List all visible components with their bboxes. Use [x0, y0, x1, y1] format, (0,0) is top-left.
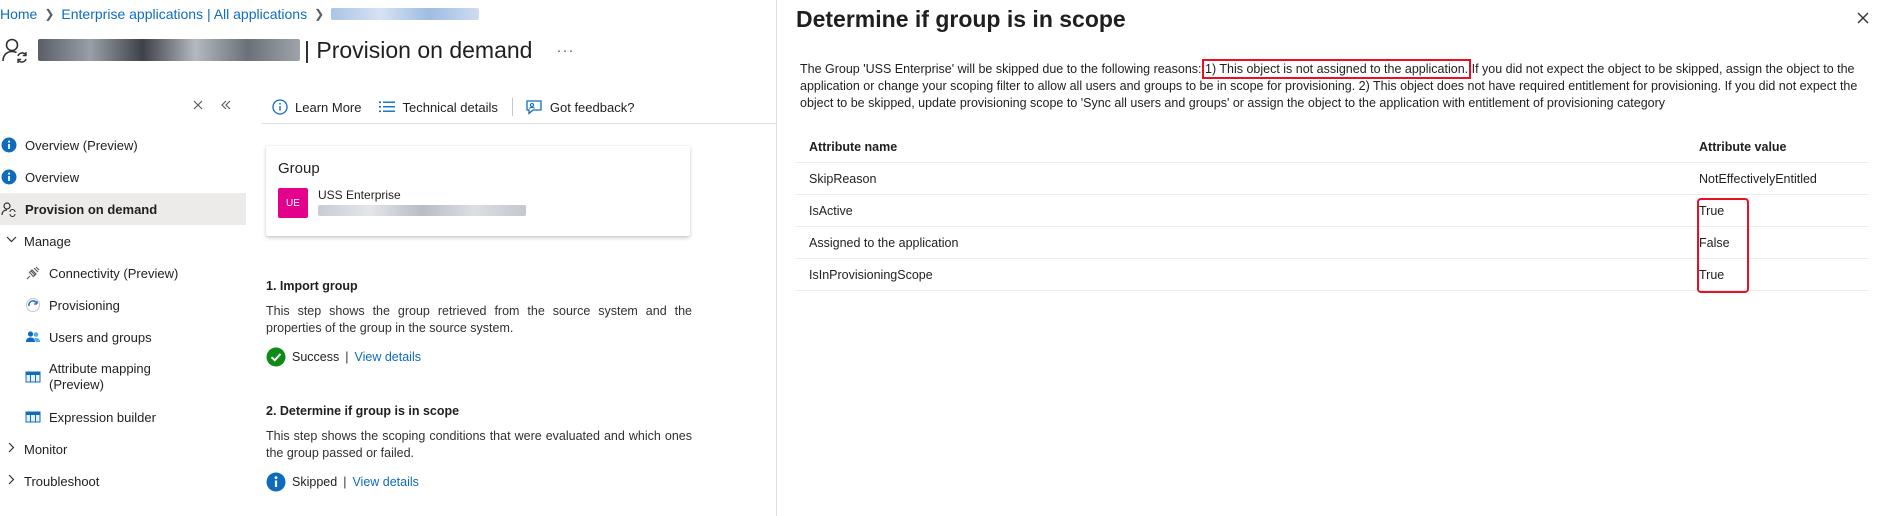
- attribute-name-cell: SkipReason: [809, 171, 877, 186]
- learn-more-label: Learn More: [295, 99, 362, 115]
- view-details-link[interactable]: View details: [352, 475, 418, 489]
- step-status: Skipped | View details: [266, 472, 692, 492]
- more-options-button[interactable]: ···: [556, 42, 574, 59]
- feedback-label: Got feedback?: [549, 99, 635, 115]
- attribute-value-cell: NotEffectivelyEntitled: [1699, 171, 1817, 186]
- toolbar: Learn More Technical details Got feedbac…: [272, 97, 652, 117]
- learn-more-button[interactable]: Learn More: [272, 99, 361, 115]
- collapse-all-icon[interactable]: [192, 98, 204, 114]
- technical-details-label: Technical details: [402, 99, 498, 115]
- step-status-text: Success: [292, 350, 340, 364]
- chevron-right-icon: ❯: [44, 7, 55, 21]
- table-header-row: Attribute name Attribute value: [795, 131, 1869, 163]
- table-row: SkipReason NotEffectivelyEntitled: [795, 163, 1869, 195]
- group-card: Group UE USS Enterprise: [266, 146, 690, 236]
- step-description: This step shows the group retrieved from…: [266, 304, 692, 335]
- group-avatar: UE: [278, 188, 308, 218]
- collapse-sidebar-icon[interactable]: [220, 98, 232, 114]
- sidebar-item-expression-builder[interactable]: Expression builder: [0, 401, 246, 433]
- sidebar-item-provision-on-demand[interactable]: Provision on demand: [0, 193, 246, 225]
- sidebar-group-manage[interactable]: Manage: [0, 225, 246, 257]
- sidebar-item-label: Expression builder: [49, 409, 156, 425]
- step-determine-scope: 2. Determine if group is in scope This s…: [266, 404, 692, 492]
- sidebar-item-label: Overview (Preview): [25, 137, 138, 153]
- info-icon: [0, 168, 18, 186]
- users-icon: [24, 328, 42, 346]
- sidebar-item-attribute-mapping[interactable]: Attribute mapping (Preview): [0, 353, 246, 401]
- step-description: This step shows the scoping conditions t…: [266, 429, 692, 460]
- sidebar-item-users-and-groups[interactable]: Users and groups: [0, 321, 246, 353]
- breadcrumb: Home ❯ Enterprise applications | All app…: [0, 6, 480, 22]
- expression-builder-icon: [24, 408, 42, 426]
- step-import-group: 1. Import group This step shows the grou…: [266, 279, 692, 367]
- sidebar-item-label: Connectivity (Preview): [49, 265, 179, 281]
- sidebar-item-overview-preview[interactable]: Overview (Preview): [0, 129, 246, 161]
- info-outline-icon: [272, 99, 288, 115]
- chevron-right-icon: ❯: [314, 7, 325, 21]
- group-card-title: Group: [278, 160, 320, 177]
- chevron-right-icon: [0, 442, 18, 456]
- sidebar-item-label: Monitor: [24, 441, 68, 457]
- step-status: Success | View details: [266, 347, 692, 367]
- provision-user-icon: [0, 200, 18, 218]
- reason-not-assigned-highlight: 1) This object is not assigned to the ap…: [1201, 59, 1472, 79]
- attribute-name-cell: Assigned to the application: [809, 235, 959, 250]
- close-icon[interactable]: [1855, 10, 1871, 26]
- attribute-name-cell: IsInProvisioningScope: [809, 267, 933, 282]
- sidebar-item-label: Users and groups: [49, 329, 152, 345]
- sidebar-item-label: Provisioning: [49, 297, 120, 313]
- sidebar-group-monitor[interactable]: Monitor: [0, 433, 246, 465]
- feedback-button[interactable]: Got feedback?: [525, 99, 635, 115]
- provision-user-icon: [2, 38, 27, 63]
- step-status-text: Skipped: [292, 475, 338, 489]
- column-header-attribute-name: Attribute name: [809, 139, 898, 154]
- technical-details-button[interactable]: Technical details: [379, 99, 498, 115]
- provisioning-icon: [24, 296, 42, 314]
- main-page: Home ❯ Enterprise applications | All app…: [0, 0, 776, 516]
- breadcrumb-enterprise-applications[interactable]: Enterprise applications | All applicatio…: [61, 6, 307, 22]
- group-name: USS Enterprise: [318, 188, 401, 202]
- skip-reasons-text: The Group 'USS Enterprise' will be skipp…: [800, 59, 1876, 112]
- sidebar-item-provisioning[interactable]: Provisioning: [0, 289, 246, 321]
- status-separator: |: [345, 350, 349, 364]
- reason-prefix: The Group 'USS Enterprise' will be skipp…: [800, 62, 1202, 76]
- table-mapping-icon: [24, 368, 42, 386]
- status-separator: |: [343, 475, 347, 489]
- attribute-name-cell: IsActive: [809, 203, 853, 218]
- success-check-icon: [266, 347, 286, 367]
- list-icon: [379, 101, 396, 113]
- toolbar-divider: [511, 98, 513, 116]
- sidebar-item-overview[interactable]: Overview: [0, 161, 246, 193]
- values-highlight-box: [1697, 198, 1749, 293]
- page-title: | Provision on demand: [304, 36, 533, 63]
- view-details-link[interactable]: View details: [355, 350, 421, 364]
- sidebar-item-connectivity[interactable]: Connectivity (Preview): [0, 257, 246, 289]
- breadcrumb-home[interactable]: Home: [0, 6, 37, 22]
- step-title: 2. Determine if group is in scope: [266, 404, 460, 418]
- info-skipped-icon: [266, 472, 286, 492]
- step-title: 1. Import group: [266, 279, 358, 293]
- sidebar-controls: [192, 98, 232, 114]
- breadcrumb-app-redacted[interactable]: [331, 8, 480, 20]
- sidebar: Overview (Preview) Overview Provision on…: [0, 129, 246, 497]
- info-icon: [0, 136, 18, 154]
- sidebar-group-troubleshoot[interactable]: Troubleshoot: [0, 465, 246, 497]
- chevron-down-icon: [0, 234, 18, 248]
- group-id-redacted: [318, 205, 526, 216]
- plug-icon: [24, 264, 42, 282]
- sidebar-item-label: Attribute mapping (Preview): [49, 361, 151, 392]
- chevron-right-icon: [0, 474, 18, 488]
- toolbar-divider-line: [262, 123, 776, 124]
- sidebar-item-label: Troubleshoot: [24, 473, 100, 489]
- app-name-redacted: [38, 39, 300, 61]
- feedback-icon: [526, 100, 542, 115]
- column-header-attribute-value: Attribute value: [1699, 139, 1787, 154]
- sidebar-item-label: Overview: [25, 169, 80, 185]
- page-title-row: | Provision on demand ···: [0, 30, 574, 70]
- sidebar-item-label: Provision on demand: [25, 201, 158, 217]
- sidebar-item-label: Manage: [24, 233, 71, 249]
- panel-title: Determine if group is in scope: [796, 6, 1126, 32]
